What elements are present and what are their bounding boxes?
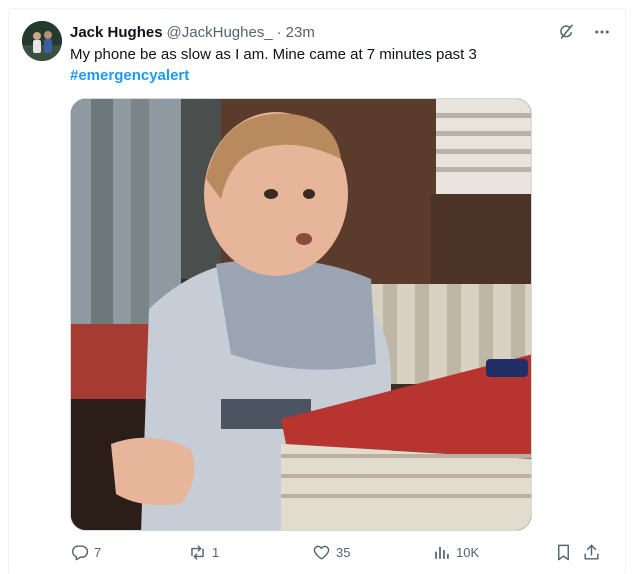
reply-count: 7 [94, 545, 102, 560]
repost-count: 1 [212, 545, 220, 560]
views-button[interactable]: 10K [432, 543, 479, 562]
hashtag-link[interactable]: #emergencyalert [70, 66, 189, 86]
repost-button[interactable]: 1 [188, 543, 219, 562]
repost-icon [191, 545, 204, 560]
separator-dot: · [276, 23, 282, 41]
reply-button[interactable]: 7 [70, 543, 101, 562]
author-name[interactable]: Jack Hughes [70, 24, 163, 41]
tweet-actions: 7 1 35 10K [70, 543, 606, 563]
author-handle[interactable]: @JackHughes_ [167, 24, 273, 41]
tweet-media-photo[interactable] [70, 98, 532, 531]
reply-icon [71, 545, 89, 561]
more-icon[interactable] [592, 22, 612, 42]
header-actions [556, 22, 612, 42]
grok-icon[interactable] [556, 22, 576, 42]
view-count: 10K [456, 545, 480, 560]
avatar-image [22, 21, 62, 61]
like-count: 35 [336, 545, 351, 560]
tweet-text: My phone be as slow as I am. Mine came a… [70, 46, 477, 63]
bookmark-icon [558, 544, 569, 561]
views-icon [435, 546, 449, 559]
tweet-timestamp[interactable]: 23m [286, 24, 315, 41]
author-avatar[interactable] [22, 21, 62, 61]
share-button[interactable] [582, 543, 601, 562]
bookmark-button[interactable] [554, 543, 573, 562]
tweet-header: Jack Hughes @JackHughes_ · 23m [70, 22, 315, 42]
heart-icon [313, 545, 330, 560]
photo-illustration [71, 99, 531, 530]
share-icon [584, 544, 599, 560]
like-button[interactable]: 35 [312, 543, 350, 562]
